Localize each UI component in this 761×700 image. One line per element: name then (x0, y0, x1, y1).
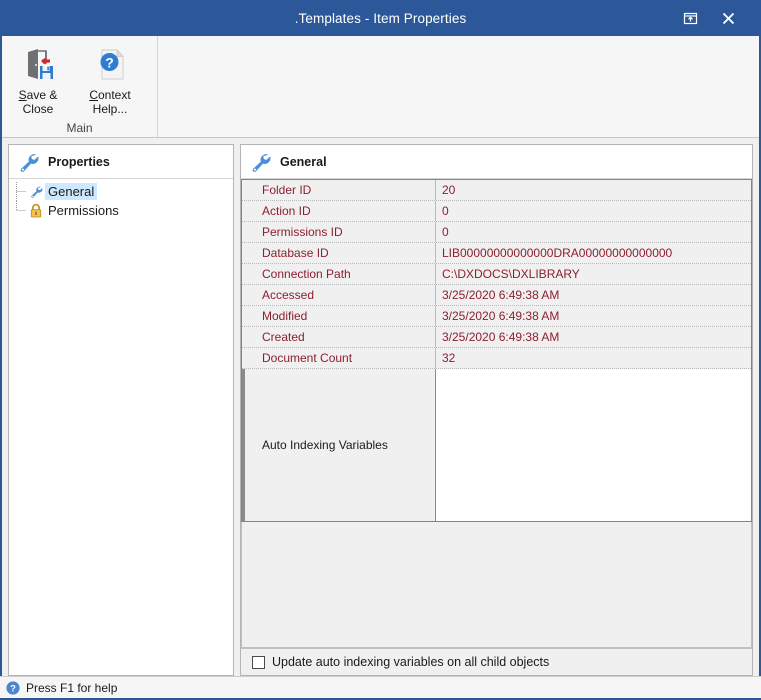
tree-line-icon (16, 182, 26, 201)
help-accel: C (89, 88, 98, 102)
property-row[interactable]: Created 3/25/2020 6:49:38 AM (242, 327, 751, 348)
property-value[interactable]: 32 (436, 348, 751, 368)
context-help-button[interactable]: ? Context Help... (74, 42, 146, 119)
wrench-icon (27, 183, 45, 200)
save-label-rest: ave & Close (22, 88, 58, 116)
property-value[interactable]: 3/25/2020 6:49:38 AM (436, 327, 751, 347)
property-value[interactable]: 0 (436, 222, 751, 242)
update-child-objects-row: Update auto indexing variables on all ch… (241, 648, 752, 675)
property-name: Folder ID (242, 180, 436, 200)
property-name: Database ID (242, 243, 436, 263)
content-area: Properties General Permissions General F… (2, 138, 759, 676)
property-row[interactable]: Connection Path C:\DXDOCS\DXLIBRARY (242, 264, 751, 285)
properties-tree-panel: Properties General Permissions (8, 144, 234, 676)
save-accel: S (18, 88, 27, 102)
item-properties-window: .Templates - Item Properties Save & Clos… (0, 0, 761, 700)
property-row[interactable]: Modified 3/25/2020 6:49:38 AM (242, 306, 751, 327)
close-window-button[interactable] (709, 0, 747, 36)
status-bar-text: Press F1 for help (26, 680, 118, 695)
property-grid-filler (241, 522, 752, 648)
property-row[interactable]: Folder ID 20 (242, 180, 751, 201)
ribbon-group-buttons: Save & Close ? Context Help... (2, 36, 157, 119)
save-and-close-button[interactable]: Save & Close (2, 42, 74, 119)
property-name: Permissions ID (242, 222, 436, 242)
properties-panel-title: General (280, 154, 327, 169)
update-child-objects-label[interactable]: Update auto indexing variables on all ch… (272, 655, 549, 669)
property-value[interactable]: 3/25/2020 6:49:38 AM (436, 285, 751, 305)
context-help-label: Context Help... (89, 88, 130, 116)
property-value[interactable]: 3/25/2020 6:49:38 AM (436, 306, 751, 326)
help-circle-icon: ? (6, 680, 20, 695)
ribbon-empty-area (158, 36, 759, 137)
property-row[interactable]: Permissions ID 0 (242, 222, 751, 243)
auto-indexing-variables-label: Auto Indexing Variables (242, 369, 436, 521)
auto-indexing-variables-row[interactable]: Auto Indexing Variables (242, 369, 751, 521)
property-row[interactable]: Accessed 3/25/2020 6:49:38 AM (242, 285, 751, 306)
ribbon-toolbar: Save & Close ? Context Help... Main (2, 36, 759, 138)
status-bar: ? Press F1 for help (0, 676, 761, 700)
property-name: Document Count (242, 348, 436, 368)
property-value[interactable]: C:\DXDOCS\DXLIBRARY (436, 264, 751, 284)
property-row[interactable]: Action ID 0 (242, 201, 751, 222)
tree-item-list: General Permissions (9, 179, 233, 220)
window-title: .Templates - Item Properties (294, 10, 467, 26)
svg-text:?: ? (10, 683, 16, 694)
wrench-icon (20, 153, 39, 172)
property-value[interactable]: LIB00000000000000DRA00000000000000 (436, 243, 751, 263)
property-grid: Folder ID 20 Action ID 0 Permissions ID 0 Data… (241, 179, 752, 522)
property-grid-wrap: Folder ID 20 Action ID 0 Permissions ID 0 Data… (241, 179, 752, 648)
save-and-close-label: Save & Close (19, 88, 58, 116)
save-and-close-icon (19, 45, 57, 85)
property-row[interactable]: Document Count 32 (242, 348, 751, 369)
wrench-icon (252, 153, 271, 172)
context-help-icon: ? (91, 45, 129, 85)
ribbon-group-main: Save & Close ? Context Help... Main (2, 36, 158, 137)
property-name: Created (242, 327, 436, 347)
title-bar-buttons (671, 0, 761, 36)
tree-panel-header: Properties (9, 145, 233, 179)
ribbon-group-title: Main (66, 121, 93, 135)
property-name: Action ID (242, 201, 436, 221)
tree-line-icon (16, 201, 26, 211)
tree-item-general-label: General (45, 183, 98, 200)
tree-item-general[interactable]: General (9, 182, 233, 201)
tree-item-permissions[interactable]: Permissions (9, 201, 233, 220)
help-label-rest: ontext Help... (92, 88, 131, 116)
properties-detail-panel: General Folder ID 20 Action ID 0 Permissions… (240, 144, 753, 676)
title-bar: .Templates - Item Properties (0, 0, 761, 36)
update-child-objects-checkbox[interactable] (252, 655, 265, 669)
svg-text:?: ? (105, 54, 114, 70)
padlock-icon (27, 202, 45, 219)
property-name: Connection Path (242, 264, 436, 284)
property-value[interactable]: 0 (436, 201, 751, 221)
close-icon (722, 12, 734, 24)
property-name: Modified (242, 306, 436, 326)
tree-item-permissions-label: Permissions (48, 203, 119, 218)
tree-panel-title: Properties (48, 154, 110, 169)
restore-up-icon (683, 12, 697, 24)
restore-window-button[interactable] (671, 0, 709, 36)
properties-panel-header: General (241, 145, 752, 179)
auto-indexing-variables-value[interactable] (436, 369, 751, 521)
property-row[interactable]: Database ID LIB00000000000000DRA000000000… (242, 243, 751, 264)
property-name: Accessed (242, 285, 436, 305)
property-value[interactable]: 20 (436, 180, 751, 200)
